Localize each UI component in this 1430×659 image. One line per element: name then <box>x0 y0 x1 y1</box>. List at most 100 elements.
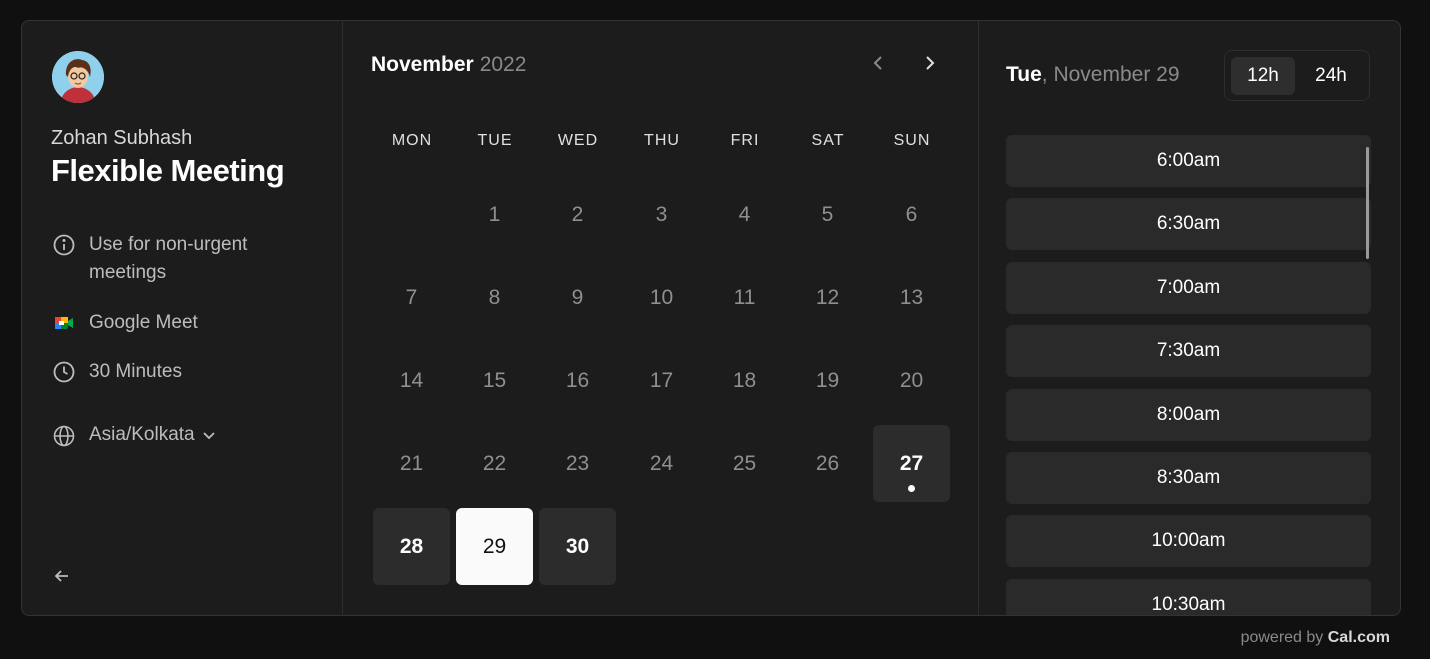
time-slot-button[interactable]: 10:30am <box>1006 578 1371 615</box>
time-slot-button[interactable]: 8:00am <box>1006 388 1371 441</box>
month-name: November <box>371 53 474 76</box>
weekday-header: THU <box>644 132 680 149</box>
calendar-day-number: 4 <box>738 202 751 226</box>
selected-day-name: Tue <box>1006 63 1042 86</box>
calendar-day: 8 <box>456 259 533 336</box>
calendar-day-number: 9 <box>571 285 584 309</box>
calendar-day-number: 16 <box>565 368 590 392</box>
info-icon <box>53 234 75 256</box>
calendar-day-number: 15 <box>482 368 507 392</box>
timezone-select[interactable]: Asia/Kolkata <box>52 421 217 449</box>
time-slot-button[interactable]: 6:00am <box>1006 135 1371 187</box>
calendar-day: 15 <box>456 342 533 419</box>
year: 2022 <box>479 53 527 76</box>
powered-by[interactable]: powered by Cal.com <box>1241 629 1390 647</box>
weekday-header: SAT <box>811 132 845 149</box>
time-slot-button[interactable]: 7:30am <box>1006 325 1371 378</box>
calendar-day: 21 <box>373 425 450 502</box>
description-text: Use for non-urgent meetings <box>89 234 248 283</box>
chevron-down-icon <box>202 432 215 440</box>
event-duration: 30 Minutes <box>52 358 182 386</box>
weekday-header: TUE <box>477 132 513 149</box>
calendar-day-number: 22 <box>482 451 507 475</box>
calendar-day-number: 27 <box>899 451 924 475</box>
calendar-day-number: 29 <box>482 534 507 558</box>
time-format-toggle: 12h 24h <box>1224 50 1370 101</box>
google-meet-icon <box>55 317 73 329</box>
calendar-day: 2 <box>539 176 616 253</box>
calendar-day: 9 <box>539 259 616 336</box>
calendar-day[interactable]: 28 <box>373 508 450 585</box>
duration-text: 30 Minutes <box>89 361 182 382</box>
event-info-panel: Zohan Subhash Flexible Meeting Use for n… <box>22 21 343 615</box>
month-label: November 2022 <box>371 53 526 77</box>
event-description: Use for non-urgent meetings <box>52 231 312 287</box>
globe-icon <box>53 425 75 447</box>
calendar-day: 22 <box>456 425 533 502</box>
calendar-day-number: 17 <box>649 368 674 392</box>
calendar-day: 3 <box>623 176 700 253</box>
calendar-day: 11 <box>706 259 783 336</box>
calendar-day-number: 1 <box>488 202 501 226</box>
calendar-day: 16 <box>539 342 616 419</box>
calendar-day-number: 20 <box>899 368 924 392</box>
time-slot-button[interactable]: 10:00am <box>1006 515 1371 568</box>
format-24h-button[interactable]: 24h <box>1299 57 1363 95</box>
calendar-day: 20 <box>873 342 950 419</box>
calendar-day-number: 30 <box>565 534 590 558</box>
booking-card: Zohan Subhash Flexible Meeting Use for n… <box>21 20 1401 616</box>
calendar-day[interactable]: 29 <box>456 508 533 585</box>
calendar-day: 17 <box>623 342 700 419</box>
calendar-day: 24 <box>623 425 700 502</box>
calendar-day-number: 19 <box>815 368 840 392</box>
calendar-day: 18 <box>706 342 783 419</box>
calendar-day: 13 <box>873 259 950 336</box>
arrow-left-icon[interactable] <box>52 566 72 586</box>
calendar-day-number: 24 <box>649 451 674 475</box>
calendar-day-number: 25 <box>732 451 757 475</box>
avatar <box>52 51 104 103</box>
weekday-header: WED <box>557 132 599 149</box>
time-slot-button[interactable]: 6:30am <box>1006 198 1371 251</box>
chevron-left-icon[interactable] <box>869 53 889 73</box>
weekday-header: MON <box>391 132 433 149</box>
location-text: Google Meet <box>89 312 198 333</box>
time-slot-button[interactable]: 8:30am <box>1006 452 1371 504</box>
calendar-day-number: 8 <box>488 285 501 309</box>
time-slots-panel: Tue, November 29 12h 24h 6:00am 6:30am 7:0… <box>979 21 1400 615</box>
calendar-day: 12 <box>789 259 866 336</box>
today-indicator <box>908 485 915 492</box>
calendar-day: 26 <box>789 425 866 502</box>
calendar-day-number: 2 <box>571 202 584 226</box>
calendar-day: 5 <box>789 176 866 253</box>
slots-scrollbar[interactable] <box>1366 147 1369 259</box>
brand-name: Cal.com <box>1327 629 1390 646</box>
weekday-header: FRI <box>730 132 760 149</box>
calendar-day-number: 28 <box>399 534 424 558</box>
calendar-panel: November 2022 MON TUE WED THU FRI SAT SUN 1 2 3 4 5 6… <box>343 21 979 615</box>
calendar-day[interactable]: 27 <box>873 425 950 502</box>
calendar-day-number: 3 <box>655 202 668 226</box>
host-name: Zohan Subhash <box>51 127 193 149</box>
calendar-day-number: 21 <box>399 451 424 475</box>
chevron-right-icon[interactable] <box>919 53 939 73</box>
calendar-day-number: 18 <box>732 368 757 392</box>
calendar-day-number: 26 <box>815 451 840 475</box>
weekday-header: SUN <box>893 132 931 149</box>
calendar-day: 4 <box>706 176 783 253</box>
calendar-day: 10 <box>623 259 700 336</box>
timezone-text: Asia/Kolkata <box>89 424 195 445</box>
time-slot-button[interactable]: 7:00am <box>1006 261 1371 314</box>
calendar-day: 25 <box>706 425 783 502</box>
calendar-day[interactable]: 30 <box>539 508 616 585</box>
event-title: Flexible Meeting <box>51 153 285 188</box>
calendar-day-number: 5 <box>821 202 834 226</box>
calendar-day-number: 6 <box>905 202 918 226</box>
selected-date-label: Tue, November 29 <box>1006 63 1180 87</box>
selected-date-text: , November 29 <box>1041 63 1180 86</box>
calendar-day-number: 11 <box>733 285 756 309</box>
format-12h-button[interactable]: 12h <box>1231 57 1295 95</box>
calendar-day: 6 <box>873 176 950 253</box>
calendar-day-number: 10 <box>649 285 674 309</box>
calendar-day-number: 14 <box>399 368 424 392</box>
